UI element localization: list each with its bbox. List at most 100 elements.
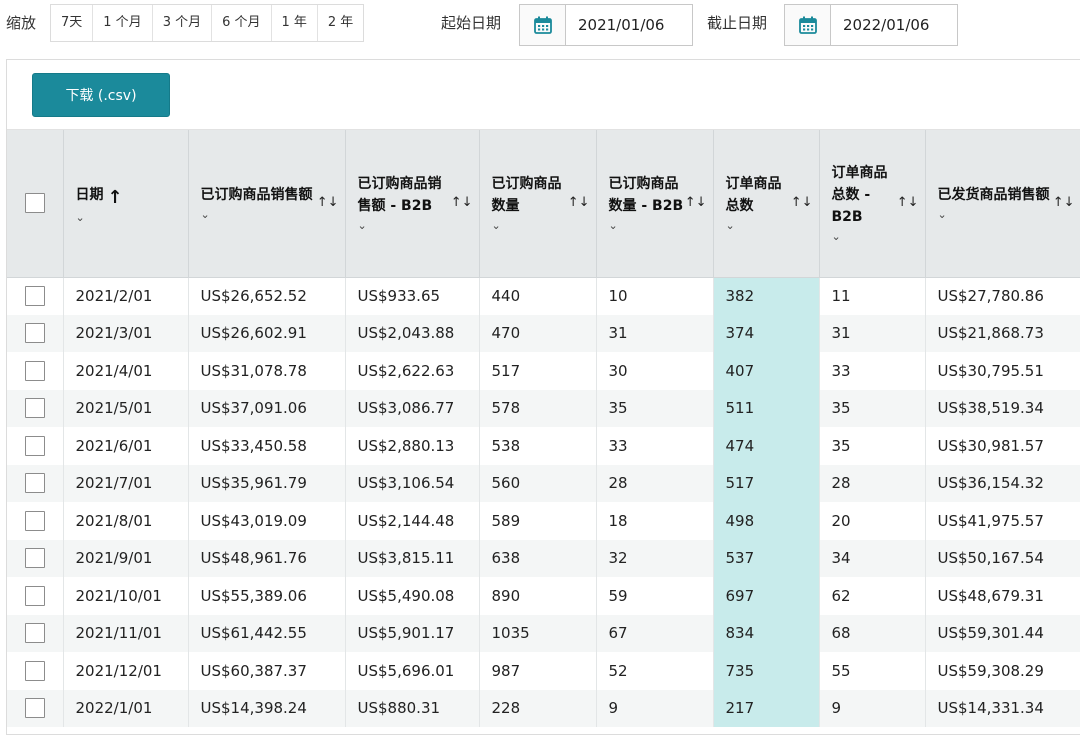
row-checkbox[interactable] bbox=[24, 360, 45, 381]
end-date-calendar-button[interactable] bbox=[785, 5, 831, 45]
zoom-7-days-button[interactable]: 7天 bbox=[51, 5, 94, 41]
end-date-label: 截止日期 bbox=[707, 14, 768, 32]
row-select-cell bbox=[7, 652, 64, 690]
start-date-calendar-button[interactable] bbox=[520, 5, 566, 45]
table-row: 2022/1/01 US$14,398.24 US$880.31 228 9 217 9 US… bbox=[7, 689, 1080, 727]
column-header-label: 已订购商品销售额 - B2B bbox=[357, 176, 442, 215]
date-cell: 2021/9/01 bbox=[63, 539, 189, 577]
units-ordered-b2b-cell: 52 bbox=[596, 652, 714, 690]
row-checkbox[interactable] bbox=[24, 435, 45, 456]
chevron-down-icon[interactable]: ⌄ bbox=[492, 219, 572, 233]
total-order-items-b2b-cell: 55 bbox=[819, 652, 926, 690]
table-header-row: 日期 ↑ ⌄ 已订购商品销售额 ⌄ ↑↓ 已订购商品销售额 - B2B ⌄ ↑↓… bbox=[7, 130, 1080, 278]
sort-icon[interactable]: ↑↓ bbox=[451, 192, 473, 214]
filter-bar: 缩放 7天 1 个月 3 个月 6 个月 1 年 2 年 起始日期 截止日期 bbox=[0, 0, 1080, 58]
total-order-items-b2b-cell: 33 bbox=[819, 352, 926, 390]
zoom-1-year-button[interactable]: 1 年 bbox=[271, 5, 318, 41]
row-checkbox[interactable] bbox=[24, 623, 45, 644]
zoom-6-months-button[interactable]: 6 个月 bbox=[212, 5, 272, 41]
row-checkbox[interactable] bbox=[24, 473, 45, 494]
sort-icon[interactable]: ↑↓ bbox=[1053, 192, 1075, 214]
ordered-sales-cell: US$60,387.37 bbox=[188, 652, 346, 690]
date-cell: 2021/6/01 bbox=[63, 427, 189, 465]
column-header-ordered-sales-b2b[interactable]: 已订购商品销售额 - B2B ⌄ ↑↓ bbox=[345, 130, 480, 278]
ordered-sales-cell: US$26,602.91 bbox=[188, 314, 346, 352]
chevron-down-icon[interactable]: ⌄ bbox=[76, 211, 164, 225]
start-date-input[interactable] bbox=[566, 5, 692, 45]
zoom-label: 缩放 bbox=[6, 14, 37, 32]
total-order-items-b2b-cell: 35 bbox=[819, 427, 926, 465]
date-cell: 2021/8/01 bbox=[63, 502, 189, 540]
column-header-ordered-sales[interactable]: 已订购商品销售额 ⌄ ↑↓ bbox=[188, 130, 346, 278]
download-csv-button[interactable]: 下载 (.csv) bbox=[32, 73, 170, 117]
total-order-items-b2b-cell: 68 bbox=[819, 614, 926, 652]
arrow-up-icon[interactable]: ↑ bbox=[108, 187, 123, 209]
table-row: 2021/9/01 US$48,961.76 US$3,815.11 638 32 537… bbox=[7, 539, 1080, 577]
units-ordered-b2b-cell: 10 bbox=[596, 277, 714, 315]
row-select-cell bbox=[7, 277, 64, 315]
row-checkbox[interactable] bbox=[24, 510, 45, 531]
sort-icon[interactable]: ↑↓ bbox=[317, 192, 339, 214]
ordered-sales-b2b-cell: US$933.65 bbox=[345, 277, 480, 315]
units-ordered-cell: 1035 bbox=[479, 614, 597, 652]
row-select-cell bbox=[7, 314, 64, 352]
row-checkbox[interactable] bbox=[24, 323, 45, 344]
chevron-down-icon[interactable]: ⌄ bbox=[726, 219, 795, 233]
shipped-sales-cell: US$30,981.57 bbox=[925, 427, 1080, 465]
total-order-items-cell: 498 bbox=[713, 502, 820, 540]
column-header-shipped-sales[interactable]: 已发货商品销售额 ⌄ ↑↓ bbox=[925, 130, 1080, 278]
total-order-items-cell: 474 bbox=[713, 427, 820, 465]
select-all-checkbox[interactable] bbox=[24, 193, 45, 214]
column-header-units-ordered-b2b[interactable]: 已订购商品数量 - B2B ⌄ ↑↓ bbox=[596, 130, 714, 278]
column-header-units-ordered[interactable]: 已订购商品数量 ⌄ ↑↓ bbox=[479, 130, 597, 278]
chevron-down-icon[interactable]: ⌄ bbox=[938, 208, 1057, 222]
sort-icon[interactable]: ↑↓ bbox=[568, 192, 590, 214]
ordered-sales-b2b-cell: US$5,696.01 bbox=[345, 652, 480, 690]
ordered-sales-cell: US$31,078.78 bbox=[188, 352, 346, 390]
zoom-2-years-button[interactable]: 2 年 bbox=[317, 5, 364, 41]
sort-icon[interactable]: ↑↓ bbox=[897, 192, 919, 214]
row-checkbox[interactable] bbox=[24, 698, 45, 719]
row-select-cell bbox=[7, 614, 64, 652]
units-ordered-cell: 470 bbox=[479, 314, 597, 352]
chevron-down-icon[interactable]: ⌄ bbox=[201, 208, 321, 222]
column-header-label: 已发货商品销售额 bbox=[937, 187, 1050, 204]
chevron-down-icon[interactable]: ⌄ bbox=[358, 219, 455, 233]
table-row: 2021/10/01 US$55,389.06 US$5,490.08 890 59 69… bbox=[7, 577, 1080, 615]
total-order-items-cell: 697 bbox=[713, 577, 820, 615]
row-checkbox[interactable] bbox=[24, 398, 45, 419]
chevron-down-icon[interactable]: ⌄ bbox=[832, 230, 901, 244]
table-toolbar: 下载 (.csv) bbox=[7, 60, 1080, 130]
ordered-sales-b2b-cell: US$5,490.08 bbox=[345, 577, 480, 615]
end-date-input[interactable] bbox=[831, 5, 957, 45]
table-row: 2021/2/01 US$26,652.52 US$933.65 440 10 382 11… bbox=[7, 277, 1080, 315]
chevron-down-icon[interactable]: ⌄ bbox=[609, 219, 689, 233]
sort-icon[interactable]: ↑↓ bbox=[685, 192, 707, 214]
start-date-field bbox=[519, 4, 693, 46]
total-order-items-b2b-cell: 31 bbox=[819, 314, 926, 352]
report-panel: 下载 (.csv) 日期 ↑ ⌄ 已订购商品销售额 ⌄ ↑↓ 已订购商品销售额 … bbox=[6, 59, 1080, 735]
row-checkbox[interactable] bbox=[24, 660, 45, 681]
table-row: 2021/6/01 US$33,450.58 US$2,880.13 538 33 474… bbox=[7, 427, 1080, 465]
zoom-1-month-button[interactable]: 1 个月 bbox=[93, 5, 153, 41]
sort-icon[interactable]: ↑↓ bbox=[791, 192, 813, 214]
date-cell: 2021/4/01 bbox=[63, 352, 189, 390]
column-header-total-order-items[interactable]: 订单商品总数 ⌄ ↑↓ bbox=[713, 130, 820, 278]
date-cell: 2022/1/01 bbox=[63, 689, 189, 727]
units-ordered-b2b-cell: 35 bbox=[596, 389, 714, 427]
units-ordered-cell: 560 bbox=[479, 464, 597, 502]
ordered-sales-cell: US$26,652.52 bbox=[188, 277, 346, 315]
column-header-date[interactable]: 日期 ↑ ⌄ bbox=[63, 130, 189, 278]
zoom-3-months-button[interactable]: 3 个月 bbox=[152, 5, 213, 41]
units-ordered-cell: 890 bbox=[479, 577, 597, 615]
total-order-items-b2b-cell: 20 bbox=[819, 502, 926, 540]
row-checkbox[interactable] bbox=[24, 548, 45, 569]
date-cell: 2021/3/01 bbox=[63, 314, 189, 352]
row-checkbox[interactable] bbox=[24, 585, 45, 606]
table-body: 2021/2/01 US$26,652.52 US$933.65 440 10 382 11… bbox=[7, 277, 1080, 727]
row-checkbox[interactable] bbox=[24, 286, 45, 306]
units-ordered-b2b-cell: 31 bbox=[596, 314, 714, 352]
column-header-total-order-items-b2b[interactable]: 订单商品总数 - B2B ⌄ ↑↓ bbox=[819, 130, 926, 278]
shipped-sales-cell: US$59,301.44 bbox=[925, 614, 1080, 652]
row-select-cell bbox=[7, 577, 64, 615]
